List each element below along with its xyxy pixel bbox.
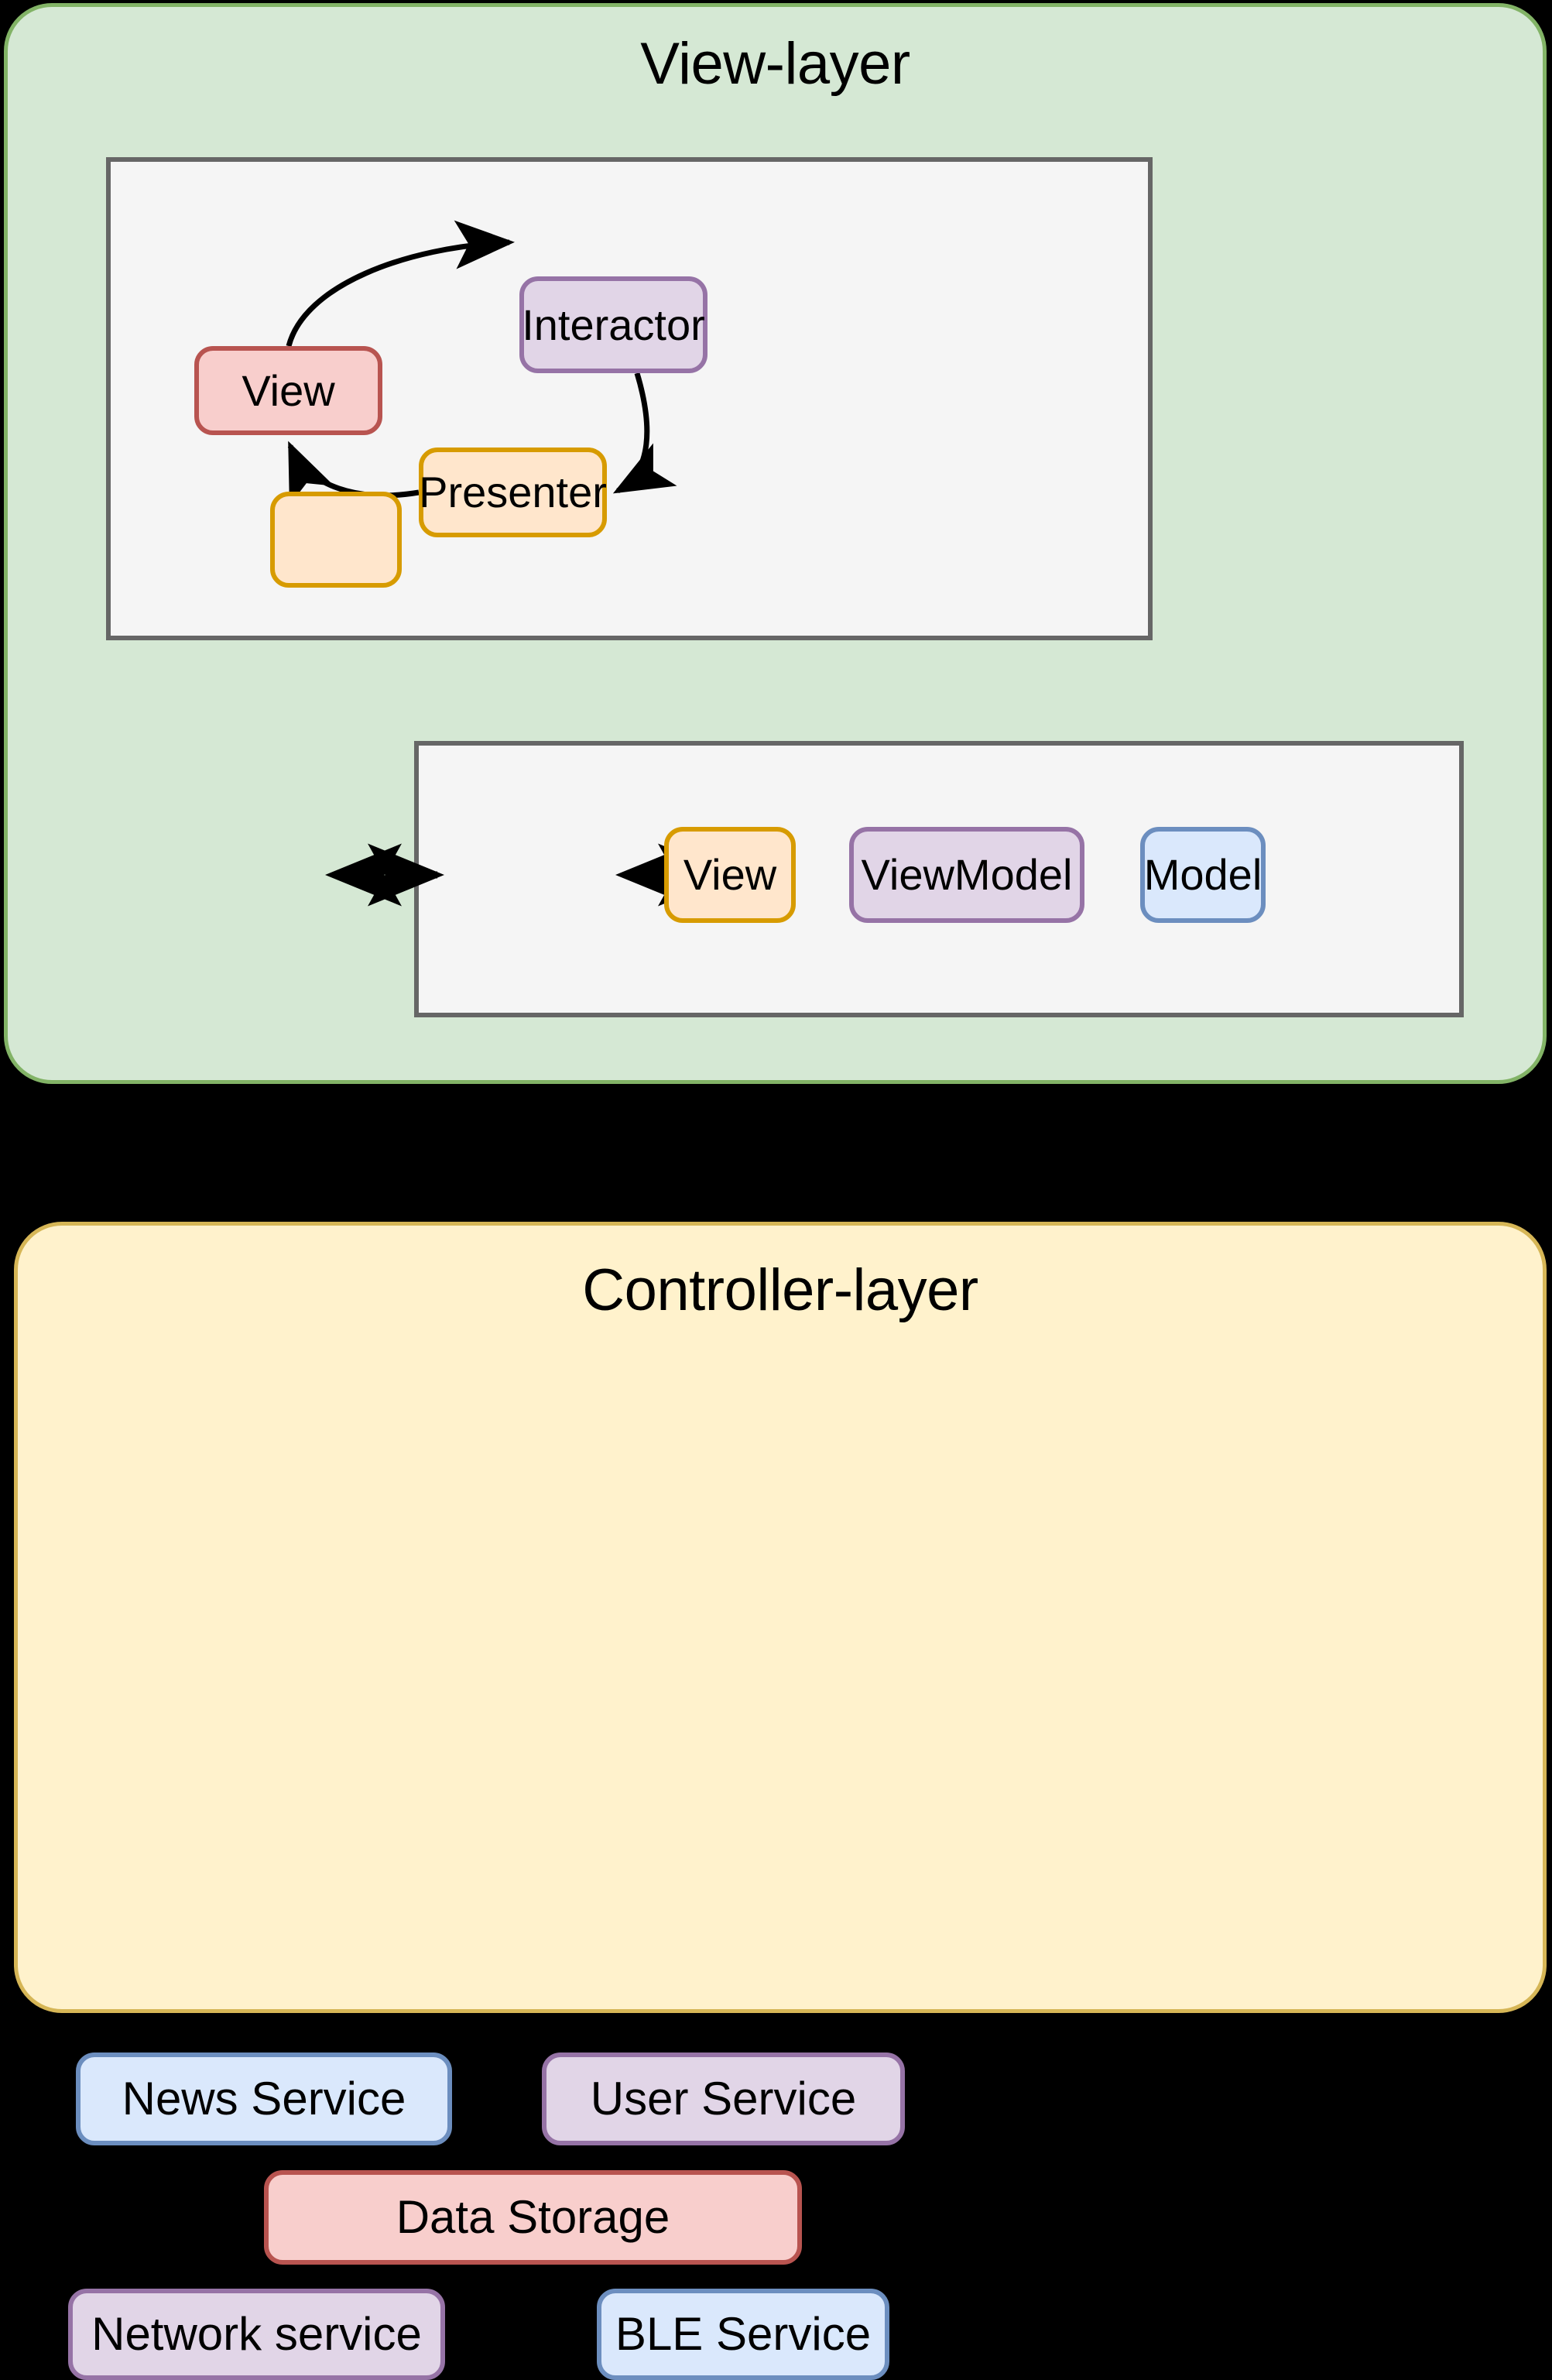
diagram-canvas: View-layer View Interactor Presenter Vie… bbox=[0, 0, 1552, 2380]
viper-node-presenter[interactable]: Presenter bbox=[419, 448, 607, 537]
service-data-storage[interactable]: Data Storage bbox=[264, 2170, 802, 2265]
controller-layer-title: Controller-layer bbox=[582, 1257, 978, 1323]
service-user-service[interactable]: User Service bbox=[542, 2052, 905, 2145]
mvvm-node-model[interactable]: Model bbox=[1140, 827, 1266, 923]
service-news-service[interactable]: News Service bbox=[76, 2052, 452, 2145]
mvvm-node-view-offset-helper bbox=[270, 492, 402, 588]
mvvm-node-view[interactable]: View bbox=[664, 827, 796, 923]
viper-node-interactor[interactable]: Interactor bbox=[519, 276, 707, 373]
viper-node-view[interactable]: View bbox=[194, 346, 382, 435]
controller-layer-container: Controller-layer News Service User Servi… bbox=[14, 1222, 1547, 2380]
service-network-service[interactable]: Network service bbox=[68, 2289, 445, 2380]
mvvm-node-viewmodel[interactable]: ViewModel bbox=[849, 827, 1084, 923]
view-layer-title: View-layer bbox=[640, 31, 910, 97]
viper-panel: View Interactor Presenter bbox=[106, 157, 1153, 640]
service-ble-service[interactable]: BLE Service bbox=[597, 2289, 889, 2380]
